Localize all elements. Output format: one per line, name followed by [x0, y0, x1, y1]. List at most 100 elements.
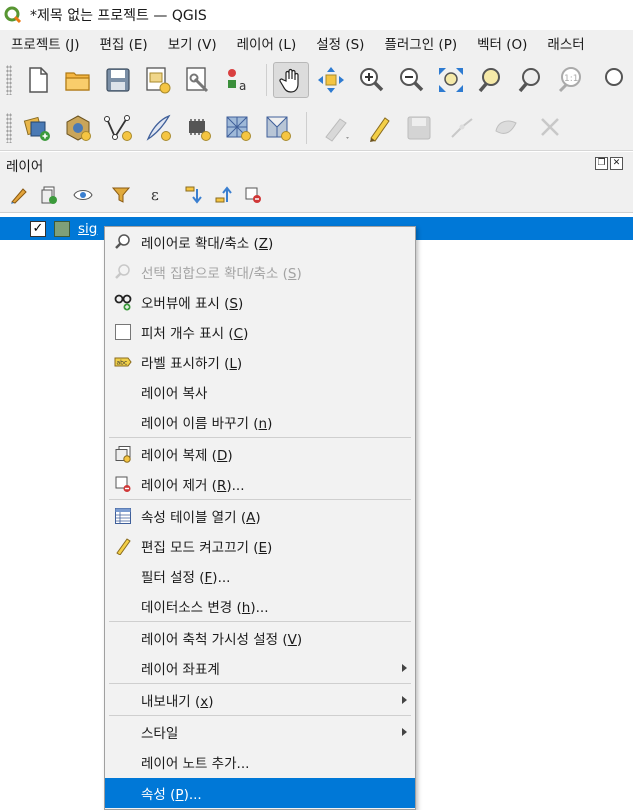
- layers-panel-title: 레이어: [6, 159, 44, 175]
- filter-by-expression-button[interactable]: ε: [142, 182, 176, 208]
- show-in-overview-icon: [113, 292, 133, 312]
- zoom-full-button[interactable]: [433, 62, 469, 98]
- toggle-editing-button[interactable]: [361, 110, 397, 146]
- new-spatialite-layer-icon: [146, 114, 171, 141]
- close-panel-icon[interactable]: ✕: [610, 157, 623, 170]
- menu-separator: [109, 621, 411, 622]
- layer-visibility-checkbox[interactable]: ✓: [30, 220, 46, 237]
- zoom-to-selection-button[interactable]: [473, 62, 509, 98]
- zoom-last-button[interactable]: [593, 62, 629, 98]
- menu-item-show-labels[interactable]: abc 라벨 표시하기 (L): [105, 347, 415, 377]
- collapse-all-button[interactable]: [210, 182, 236, 208]
- submenu-arrow-icon: [402, 728, 407, 736]
- menu-item-show-feature-count[interactable]: 피처 개수 표시 (C): [105, 317, 415, 347]
- menu-item-export[interactable]: 내보내기 (x): [105, 685, 415, 715]
- new-temporary-scratch-layer-icon: [189, 118, 211, 141]
- collapse-all-icon: [215, 186, 232, 203]
- menu-item-add-layer-notes[interactable]: 레이어 노트 추가...: [105, 747, 415, 777]
- menu-item-layer-crs[interactable]: 레이어 좌표계: [105, 653, 415, 683]
- zoom-out-button[interactable]: [393, 62, 429, 98]
- new-shapefile-layer-button[interactable]: [100, 110, 136, 146]
- zoom-native-resolution-icon: 1:1: [558, 67, 581, 93]
- zoom-to-layer-icon: [113, 232, 133, 252]
- new-virtual-layer-icon: [226, 116, 251, 141]
- menu-layer[interactable]: 레이어 (L): [225, 33, 305, 53]
- vertex-tool-button[interactable]: [489, 110, 525, 146]
- remove-layer-button[interactable]: [240, 182, 266, 208]
- menu-item-rename-layer[interactable]: 레이어 이름 바꾸기 (n): [105, 407, 415, 437]
- new-virtual-layer-button[interactable]: [220, 110, 256, 146]
- delete-selected-button[interactable]: [529, 110, 573, 146]
- filter-legend-button[interactable]: [104, 182, 138, 208]
- new-geopackage-layer-button[interactable]: [60, 110, 96, 146]
- layers-panel-toolbar: ε: [0, 178, 633, 212]
- pan-to-selection-button[interactable]: [313, 62, 349, 98]
- save-project-icon: [106, 68, 130, 92]
- layout-manager-button[interactable]: [180, 62, 216, 98]
- menu-item-toggle-editing[interactable]: 편집 모드 켜고끄기 (E): [105, 531, 415, 561]
- menu-item-duplicate-layer[interactable]: 레이어 복제 (D): [105, 439, 415, 469]
- menu-project[interactable]: 프로젝트 (J): [0, 33, 88, 53]
- menu-item-properties[interactable]: 속성 (P)...: [105, 778, 415, 808]
- new-temporary-scratch-layer-button[interactable]: [180, 110, 216, 146]
- menu-item-zoom-to-selection[interactable]: 선택 집합으로 확대/축소 (S): [105, 257, 415, 287]
- menu-plugins[interactable]: 플러그인 (P): [372, 33, 465, 53]
- menu-item-scale-visibility[interactable]: 레이어 축척 가시성 설정 (V): [105, 623, 415, 653]
- submenu-arrow-icon: [402, 696, 407, 704]
- qgis-logo-icon: [4, 6, 22, 24]
- layer-symbol-swatch[interactable]: [54, 220, 70, 237]
- menu-vector[interactable]: 벡터 (O): [465, 33, 535, 53]
- feature-count-checkbox-icon[interactable]: [113, 322, 133, 342]
- save-project-button[interactable]: [100, 62, 136, 98]
- expand-all-button[interactable]: [180, 182, 206, 208]
- toolbar-grip[interactable]: [6, 65, 12, 95]
- float-panel-icon[interactable]: ❐: [595, 157, 608, 170]
- toolbar-separator: [306, 111, 307, 144]
- open-layer-styling-button[interactable]: [6, 182, 32, 208]
- menu-item-styles[interactable]: 스타일: [105, 717, 415, 747]
- menu-item-remove-layer[interactable]: 레이어 제거 (R)...: [105, 469, 415, 499]
- new-spatialite-layer-button[interactable]: [140, 110, 176, 146]
- new-mesh-layer-button[interactable]: [260, 110, 296, 146]
- pan-map-button[interactable]: [273, 62, 309, 98]
- menu-edit[interactable]: 편집 (E): [88, 33, 156, 53]
- digitize-button[interactable]: [441, 110, 485, 146]
- remove-layer-icon: [113, 474, 133, 494]
- toggle-editing-icon: [370, 116, 390, 142]
- manage-map-themes-icon: [73, 190, 93, 200]
- menu-item-change-data-source[interactable]: 데이터소스 변경 (h)...: [105, 591, 415, 621]
- open-project-button[interactable]: [60, 62, 96, 98]
- menu-item-zoom-to-layer[interactable]: 레이어로 확대/축소 (Z): [105, 227, 415, 257]
- style-manager-button[interactable]: a: [220, 62, 256, 98]
- zoom-native-resolution-button[interactable]: 1:1: [553, 62, 589, 98]
- menu-item-filter[interactable]: 필터 설정 (F)...: [105, 561, 415, 591]
- menu-settings[interactable]: 설정 (S): [304, 33, 372, 53]
- menu-raster[interactable]: 래스터: [535, 33, 592, 53]
- save-layer-edits-button[interactable]: [401, 110, 437, 146]
- toolbar-grip[interactable]: [6, 112, 12, 143]
- filter-legend-icon: [111, 187, 131, 203]
- data-source-manager-button[interactable]: [20, 110, 56, 146]
- menu-item-open-attribute-table[interactable]: 속성 테이블 열기 (A): [105, 501, 415, 531]
- filter-by-expression-icon: ε: [151, 186, 159, 204]
- menu-view[interactable]: 보기 (V): [156, 33, 225, 53]
- current-edits-button[interactable]: [313, 110, 357, 146]
- data-source-digitizing-toolbar: [0, 105, 633, 151]
- new-project-button[interactable]: [20, 62, 56, 98]
- zoom-in-button[interactable]: [353, 62, 389, 98]
- add-group-button[interactable]: [36, 182, 62, 208]
- zoom-to-layer-button[interactable]: [513, 62, 549, 98]
- style-manager-icon: a: [228, 69, 246, 93]
- digitize-icon: [451, 117, 473, 138]
- new-print-layout-button[interactable]: [140, 62, 176, 98]
- menu-item-show-in-overview[interactable]: 오버뷰에 표시 (S): [105, 287, 415, 317]
- vertex-tool-icon: [495, 120, 517, 134]
- zoom-to-layer-icon: [518, 68, 540, 93]
- new-project-icon: [29, 67, 48, 93]
- manage-map-themes-button[interactable]: [66, 182, 100, 208]
- save-layer-edits-icon: [407, 116, 431, 139]
- menu-item-copy-layer[interactable]: 레이어 복사: [105, 377, 415, 407]
- open-layer-styling-icon: [11, 188, 27, 204]
- zoom-out-icon: [400, 68, 424, 92]
- layer-name[interactable]: sig: [78, 221, 97, 237]
